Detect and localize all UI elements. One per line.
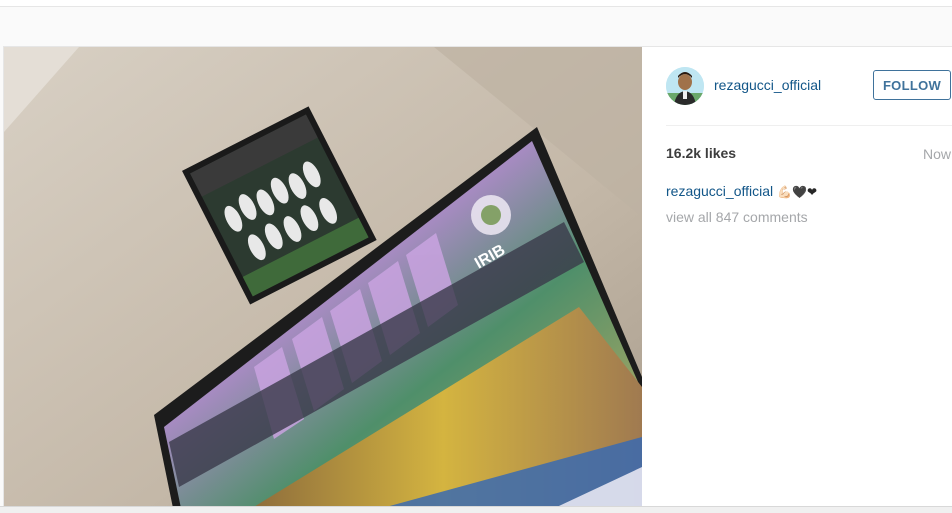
post-sidebar: rezagucci_official FOLLOW 16.2k likes No… bbox=[642, 47, 952, 513]
caption-username-link[interactable]: rezagucci_official bbox=[666, 183, 773, 199]
avatar[interactable] bbox=[666, 67, 704, 105]
follow-button[interactable]: FOLLOW bbox=[873, 70, 951, 100]
likes-count[interactable]: 16.2k likes bbox=[666, 145, 736, 161]
post-photo[interactable]: IRIB bbox=[4, 47, 642, 513]
photo-illustration: IRIB bbox=[4, 47, 642, 513]
username-link[interactable]: rezagucci_official bbox=[714, 77, 821, 93]
view-all-comments-link[interactable]: view all 847 comments bbox=[666, 209, 808, 225]
post-time[interactable]: Now bbox=[923, 146, 951, 162]
post-header: rezagucci_official FOLLOW bbox=[666, 47, 952, 126]
avatar-image bbox=[666, 67, 704, 105]
post-card: IRIB rezagucci_official FOLLOW 16.2k lik… bbox=[3, 46, 952, 513]
caption-text: 💪🏻🖤❤ bbox=[777, 185, 818, 199]
top-navigation-bar bbox=[0, 0, 952, 7]
caption: rezagucci_official 💪🏻🖤❤ bbox=[666, 183, 817, 199]
